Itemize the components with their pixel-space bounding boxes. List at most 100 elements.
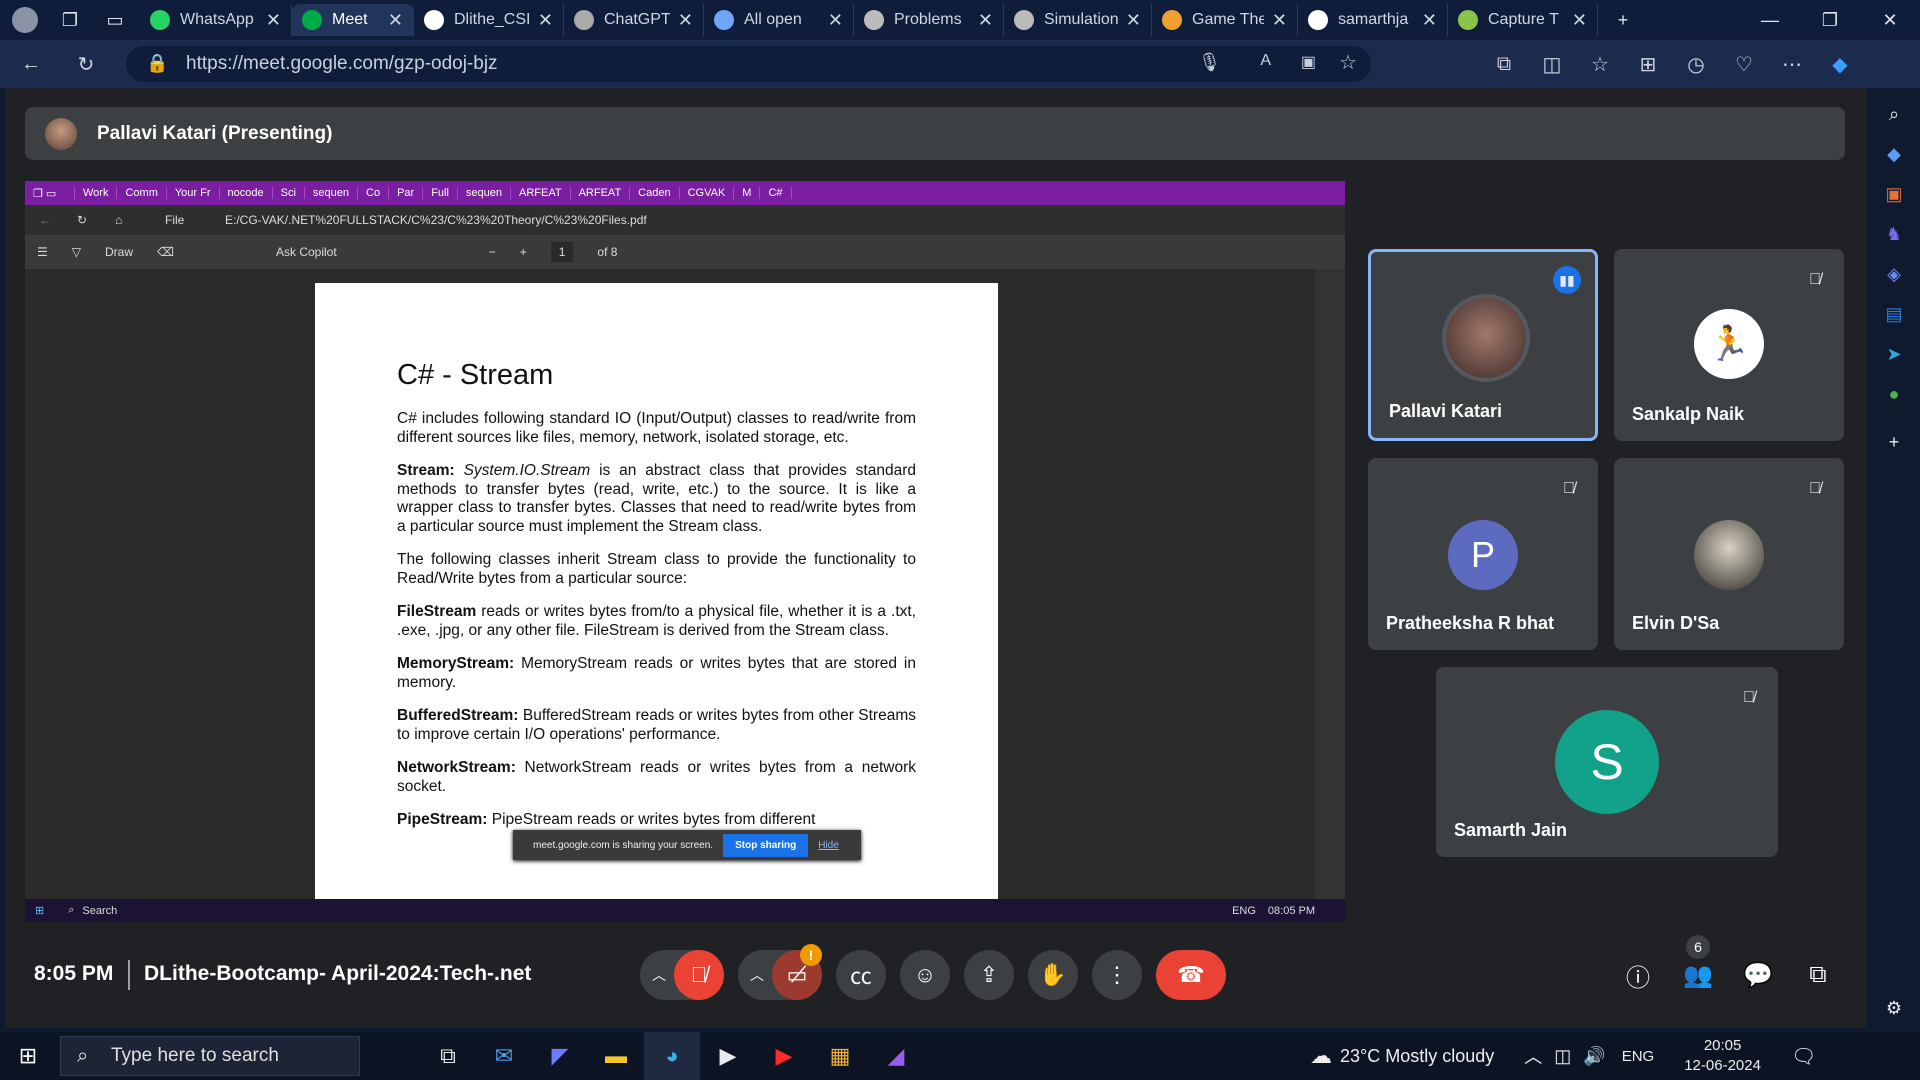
refresh-button[interactable]: ↻	[62, 52, 110, 77]
sidebar-send-icon[interactable]: ➤	[1868, 334, 1920, 374]
meet-icon	[302, 10, 322, 30]
pdf-page: C# - Stream C# includes following standa…	[315, 283, 998, 922]
tab-whatsapp[interactable]: WhatsApp ✕	[140, 4, 292, 36]
sidebar-tools-icon[interactable]: ▣	[1868, 174, 1920, 214]
shared-tab: ARFEAT	[511, 187, 571, 199]
pdf-paragraph: BufferedStream: BufferedStream reads or …	[397, 707, 916, 744]
chevron-up-icon[interactable]: ︿	[750, 965, 764, 985]
collections-icon[interactable]: ⊞	[1624, 52, 1672, 77]
back-button[interactable]: ←	[0, 53, 62, 76]
more-icon[interactable]: ⋯	[1768, 52, 1816, 77]
new-tab-button[interactable]: +	[1598, 10, 1648, 31]
sidebar-add-icon[interactable]: +	[1868, 422, 1920, 462]
shared-tab: C#	[760, 187, 792, 199]
people-button[interactable]: 👥 6	[1676, 935, 1720, 997]
chat-icon[interactable]: 💬	[1736, 953, 1780, 997]
shared-tab: Par	[389, 187, 424, 199]
history-icon[interactable]: ◷	[1672, 52, 1720, 77]
edge-icon[interactable]: ◕	[644, 1032, 700, 1080]
task-view-icon[interactable]: ⧉	[420, 1032, 476, 1080]
participant-tile-sankalp[interactable]: 🏃 🎙̸ Sankalp Naik	[1614, 249, 1844, 441]
minimize-button[interactable]: —	[1740, 10, 1800, 31]
extensions-icon[interactable]: ⧉	[1480, 53, 1528, 76]
mail-icon[interactable]: ✉	[476, 1032, 532, 1080]
raise-hand-button[interactable]: ✋	[1028, 950, 1078, 1000]
tab-simulation[interactable]: Simulation ✕	[1004, 4, 1152, 36]
participant-tile-samarth[interactable]: S 🎙̸ Samarth Jain	[1436, 667, 1778, 857]
power-automate-icon[interactable]: ◤	[532, 1032, 588, 1080]
tab-dlithe-csi[interactable]: Dlithe_CSI ✕	[414, 4, 564, 36]
sidebar-shopping-icon[interactable]: ◆	[1868, 134, 1920, 174]
close-tab-icon[interactable]: ✕	[1126, 10, 1141, 31]
favorites-icon[interactable]: ☆	[1576, 52, 1624, 77]
sidebar-tree-icon[interactable]: ●	[1868, 374, 1920, 414]
store-icon[interactable]: ▦	[812, 1032, 868, 1080]
video-control[interactable]: ︿ ▭̸ !	[738, 944, 822, 1000]
copilot-icon[interactable]: ◆	[1816, 52, 1864, 77]
split-screen-icon[interactable]: ◫	[1528, 52, 1576, 77]
tab-game-the[interactable]: Game The ✕	[1152, 4, 1298, 36]
close-tab-icon[interactable]: ✕	[1572, 10, 1587, 31]
participant-tile-pallavi[interactable]: ▮▮ Pallavi Katari	[1368, 249, 1598, 441]
notifications-icon[interactable]: 🗨	[1791, 1044, 1816, 1069]
weather-icon[interactable]: ☁	[1310, 1043, 1332, 1069]
present-button[interactable]: ⇪	[964, 950, 1014, 1000]
close-tab-icon[interactable]: ✕	[266, 10, 281, 31]
close-tab-icon[interactable]: ✕	[978, 10, 993, 31]
captions-button[interactable]: ㏄	[836, 950, 886, 1000]
shared-tab: sequen	[305, 187, 358, 199]
tab-capture-t[interactable]: Capture T ✕	[1448, 4, 1598, 36]
language-indicator[interactable]: ENG	[1622, 1048, 1655, 1065]
participant-tile-elvin[interactable]: 🎙̸ Elvin D'Sa	[1614, 458, 1844, 650]
pdf-term: PipeStream:	[397, 811, 488, 828]
workspaces-icon[interactable]: ❐	[50, 10, 90, 31]
close-tab-icon[interactable]: ✕	[538, 10, 553, 31]
close-tab-icon[interactable]: ✕	[1422, 10, 1437, 31]
sidebar-games-icon[interactable]: ♞	[1868, 214, 1920, 254]
avatar	[1694, 520, 1764, 590]
restore-button[interactable]: ❐	[1800, 10, 1860, 31]
close-window-button[interactable]: ✕	[1860, 10, 1920, 31]
sidebar-search-icon[interactable]: ⌕	[1868, 94, 1920, 134]
app-available-icon[interactable]: ▣	[1301, 52, 1316, 72]
tab-problems[interactable]: Problems ✕	[854, 4, 1004, 36]
mic-off-button[interactable]: 🎙̸	[674, 950, 724, 1000]
clock-area[interactable]: 20:05 12-06-2024	[1684, 1036, 1761, 1076]
sidebar-copilot-icon[interactable]: ◈	[1868, 254, 1920, 294]
taskbar-search[interactable]: ⌕ Type here to search	[60, 1036, 360, 1076]
youtube-icon[interactable]: ▶	[756, 1032, 812, 1080]
favorite-star-icon[interactable]: ☆	[1339, 50, 1357, 75]
chevron-up-icon[interactable]: ︿	[652, 965, 666, 985]
volume-icon[interactable]: 🔊	[1583, 1046, 1605, 1067]
audio-control[interactable]: ︿ 🎙̸	[640, 950, 724, 1000]
file-explorer-icon[interactable]: ▬	[588, 1032, 644, 1080]
visual-studio-icon[interactable]: ◢	[868, 1032, 924, 1080]
sidebar-outlook-icon[interactable]: ▤	[1868, 294, 1920, 334]
close-tab-icon[interactable]: ✕	[1272, 10, 1287, 31]
read-aloud-icon[interactable]: A	[1260, 52, 1271, 70]
close-tab-icon[interactable]: ✕	[828, 10, 843, 31]
url-bar[interactable]: 🔒 https://meet.google.com/gzp-odoj-bjz 🎙…	[126, 46, 1371, 82]
tab-meet[interactable]: Meet ✕	[292, 4, 414, 36]
sidebar-settings-icon[interactable]: ⚙	[1868, 988, 1920, 1028]
participant-tile-pratheeksha[interactable]: P 🎙̸ Pratheeksha R bhat	[1368, 458, 1598, 650]
start-button[interactable]: ⊞	[0, 1032, 56, 1080]
tab-samarthja[interactable]: samarthja ✕	[1298, 4, 1448, 36]
profile-avatar[interactable]	[0, 7, 50, 33]
tray-chevron-icon[interactable]: ︿	[1524, 1043, 1542, 1069]
mic-icon[interactable]: 🎙	[1198, 52, 1221, 73]
leave-call-button[interactable]: ☎	[1156, 950, 1226, 1000]
tab-chatgpt[interactable]: ChatGPT ✕	[564, 4, 704, 36]
close-tab-icon[interactable]: ✕	[388, 10, 403, 31]
close-tab-icon[interactable]: ✕	[678, 10, 693, 31]
meeting-info-icon[interactable]: ⓘ	[1616, 953, 1660, 997]
tab-actions-icon[interactable]: ▭	[90, 10, 140, 31]
emoji-button[interactable]: ☺	[900, 950, 950, 1000]
performance-icon[interactable]: ♡	[1720, 52, 1768, 77]
media-player-icon[interactable]: ▶	[700, 1032, 756, 1080]
more-options-button[interactable]: ⋮	[1092, 950, 1142, 1000]
network-icon[interactable]: ◫	[1554, 1046, 1571, 1067]
tab-all-open[interactable]: All open ✕	[704, 4, 854, 36]
weather-text[interactable]: 23°C Mostly cloudy	[1340, 1046, 1494, 1067]
activities-icon[interactable]: ⧉	[1796, 953, 1840, 997]
